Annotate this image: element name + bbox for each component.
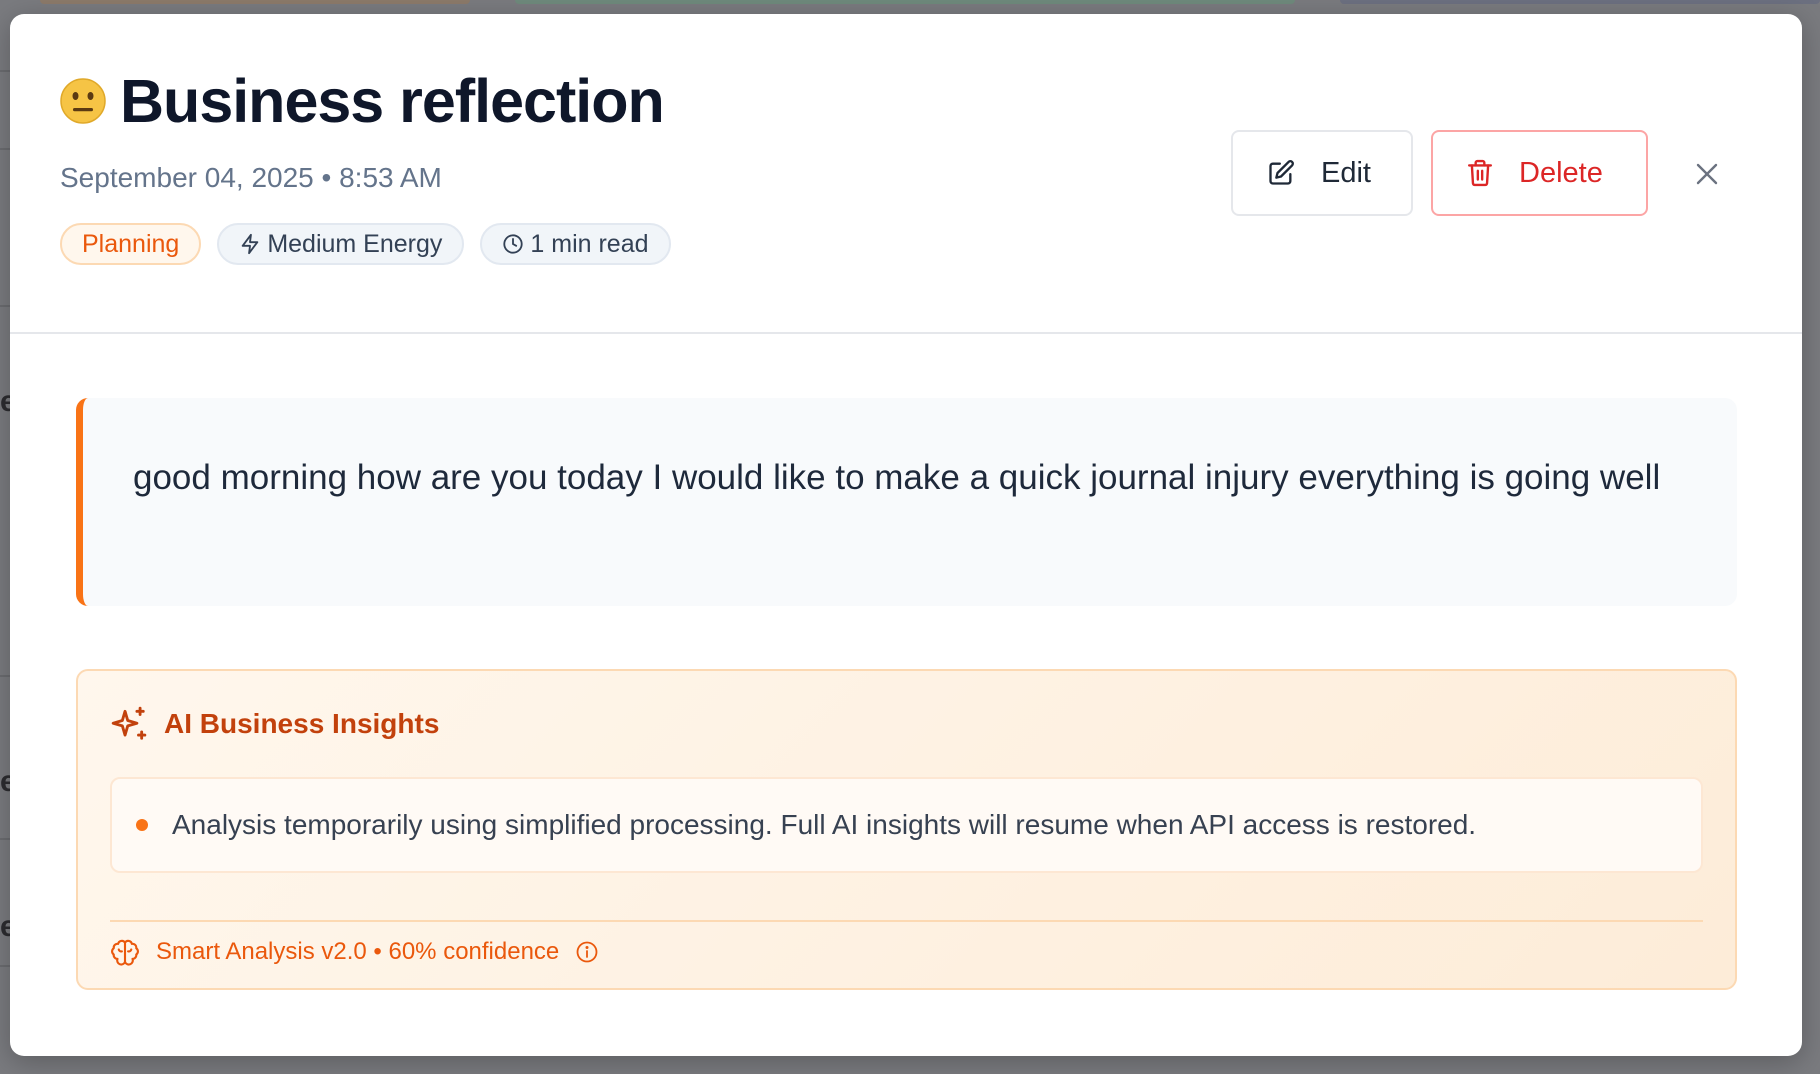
insight-text: Analysis temporarily using simplified pr…	[172, 809, 1477, 840]
insights-footer: Smart Analysis v2.0 • 60% confidence	[110, 937, 599, 967]
category-tag: Planning	[60, 223, 202, 265]
edit-button-label: Edit	[1321, 156, 1371, 189]
sparkles-icon	[111, 706, 147, 740]
background-text-fragment: e	[0, 910, 10, 943]
insight-item: Analysis temporarily using simplified pr…	[110, 777, 1703, 873]
entry-title: Business reflection	[120, 67, 665, 135]
entry-tags: Planning Medium Energy 1 min read	[60, 223, 671, 265]
edit-button[interactable]: Edit	[1231, 130, 1413, 216]
category-tag-label: Planning	[82, 229, 180, 258]
delete-button-label: Delete	[1519, 156, 1603, 189]
background-card-edge	[515, 0, 1295, 4]
energy-tag: Medium Energy	[217, 223, 465, 265]
delete-button[interactable]: Delete	[1431, 130, 1648, 216]
ai-insights-title: AI Business Insights	[164, 708, 440, 739]
bullet-dot	[136, 819, 148, 831]
pencil-square-icon	[1269, 160, 1294, 185]
title-row: Business reflection	[60, 66, 665, 136]
entry-datetime: September 04, 2025 • 8:53 AM	[60, 162, 442, 193]
entry-body: good morning how are you today I would l…	[133, 458, 1661, 497]
background-text-fragment: e	[0, 385, 10, 418]
brain-icon	[111, 939, 139, 966]
insights-divider	[110, 920, 1703, 922]
analysis-meta-text: Smart Analysis v2.0 • 60% confidence	[156, 938, 560, 965]
close-icon[interactable]	[1692, 159, 1722, 189]
entry-content: good morning how are you today I would l…	[76, 398, 1737, 606]
lightning-icon	[242, 233, 259, 255]
read-time-tag-label: 1 min read	[530, 229, 649, 258]
read-time-tag: 1 min read	[480, 223, 671, 265]
ai-insights-panel: AI Business Insights Analysis temporaril…	[76, 669, 1737, 990]
clock-icon	[503, 234, 524, 254]
trash-icon	[1467, 159, 1493, 187]
background-text-fragment: e	[0, 765, 10, 798]
info-icon[interactable]	[575, 940, 599, 964]
ai-insights-header: AI Business Insights	[110, 705, 439, 743]
modal-header: Business reflection September 04, 2025 •…	[10, 14, 1802, 334]
background-card-edge	[40, 0, 470, 4]
neutral-face-emoji	[60, 78, 106, 124]
background-card-edge	[1340, 0, 1820, 4]
energy-tag-label: Medium Energy	[267, 229, 443, 258]
journal-entry-modal: Business reflection September 04, 2025 •…	[10, 14, 1802, 1056]
